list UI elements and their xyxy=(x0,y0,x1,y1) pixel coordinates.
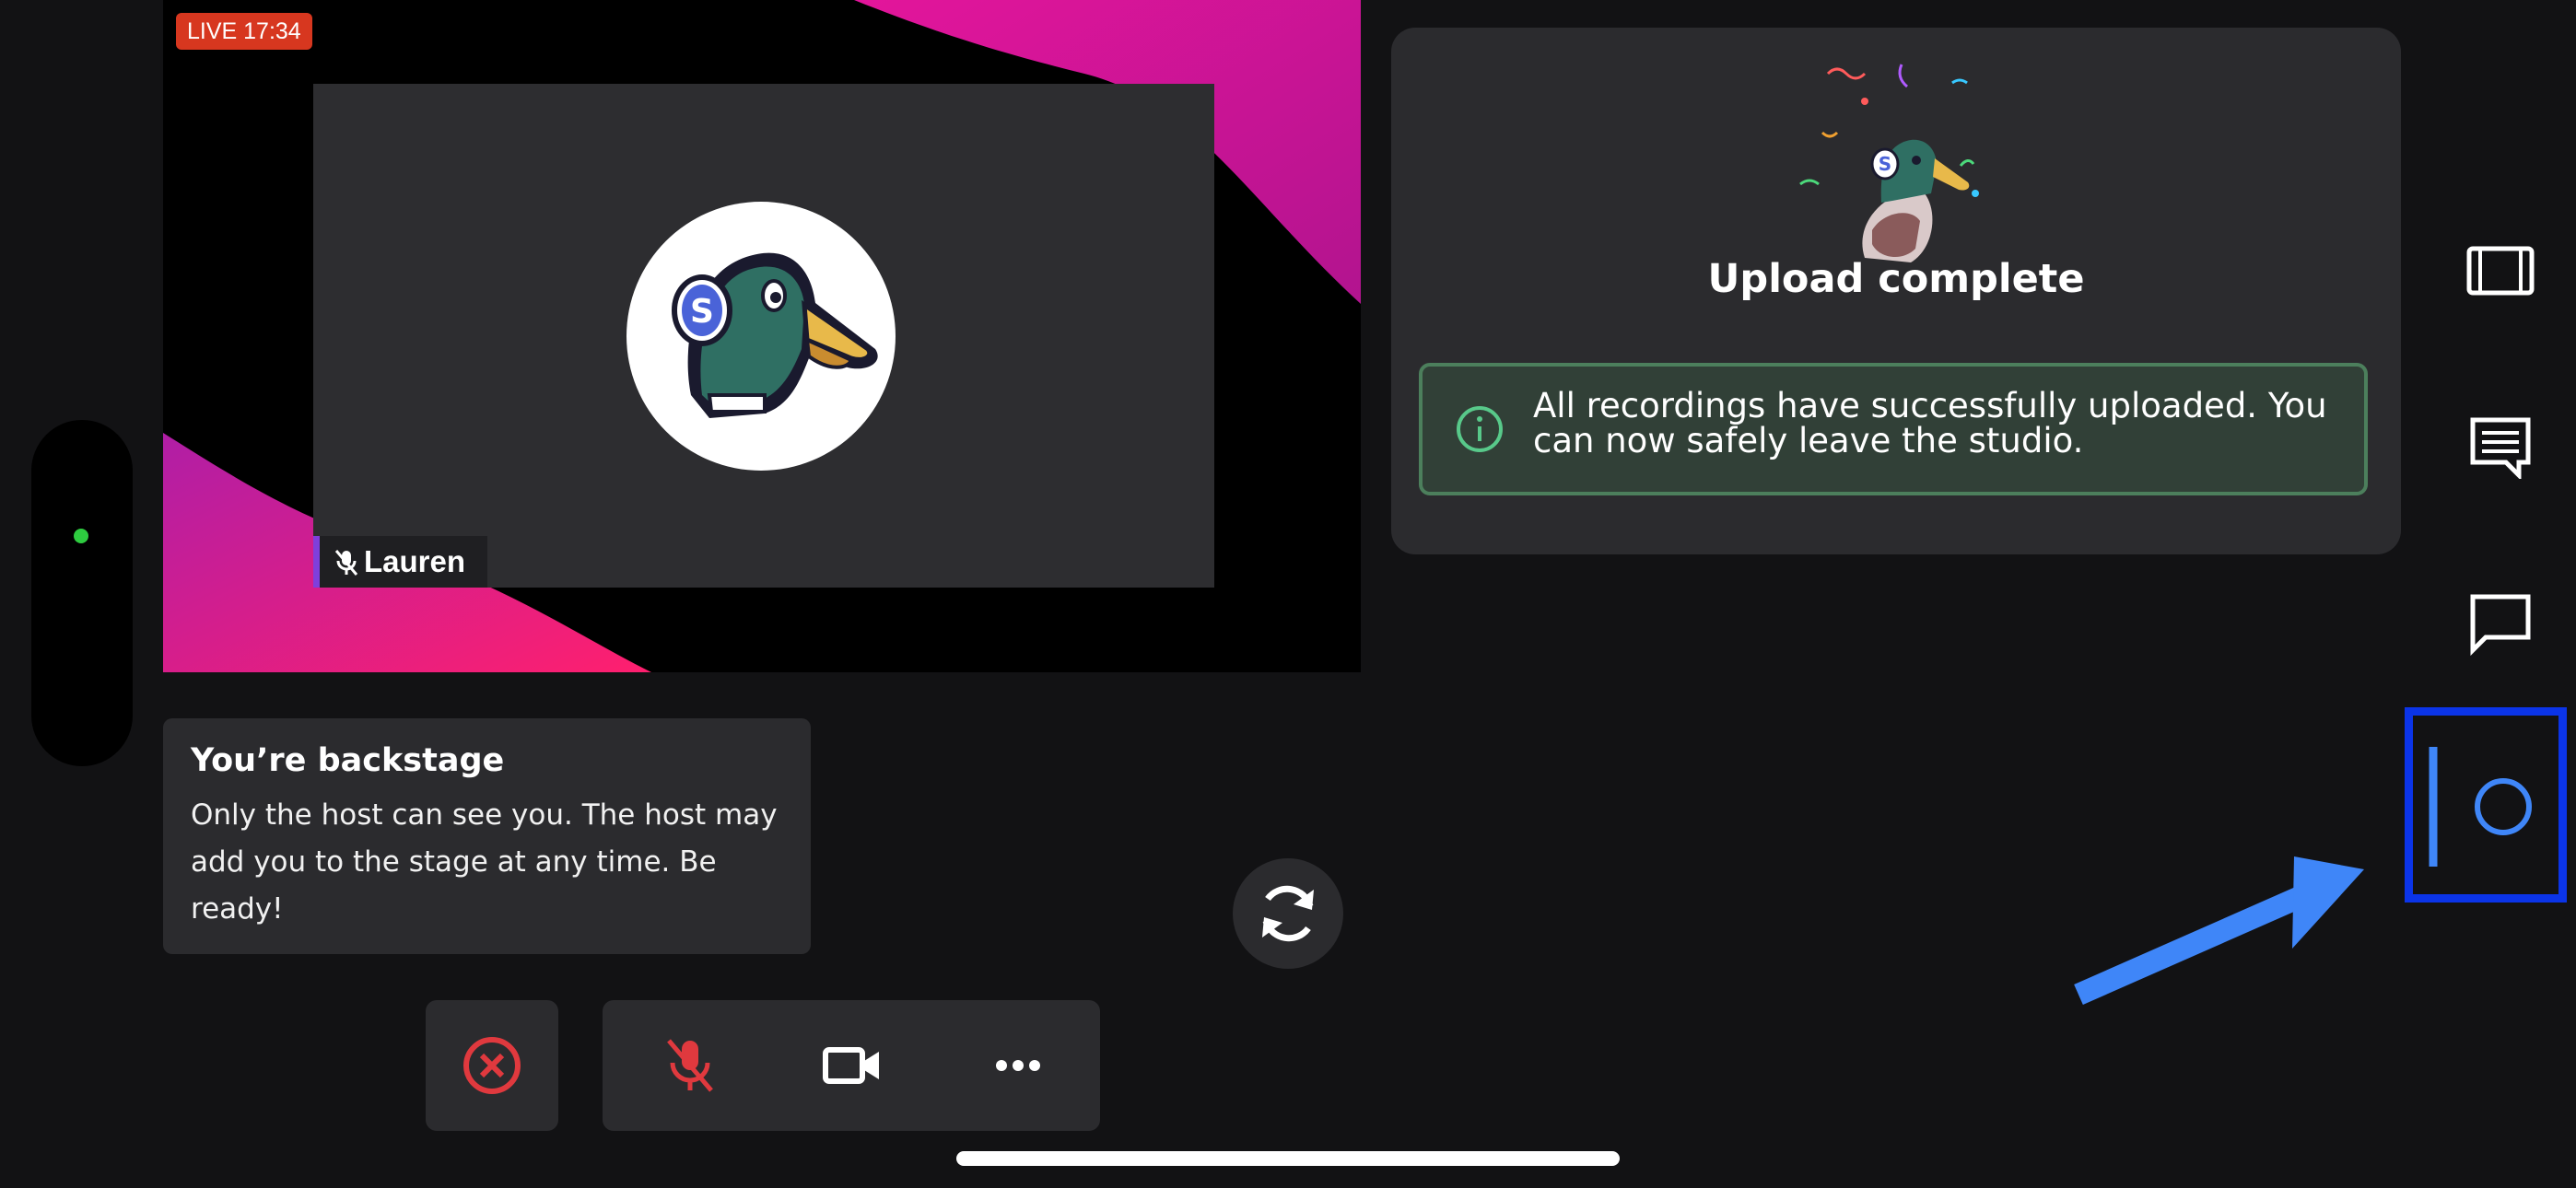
chat-icon[interactable] xyxy=(2469,593,2532,656)
svg-text:S: S xyxy=(1879,153,1891,175)
celebration-duck-icon: S xyxy=(1799,64,1979,262)
upload-title: Upload complete xyxy=(1707,256,2085,302)
backstage-body: Only the host can see you. The host may … xyxy=(191,798,778,926)
upload-complete-card: S Upload complete All recordings have su… xyxy=(1391,28,2401,554)
backstage-title: You’re backstage xyxy=(191,742,505,779)
upload-message-text: All recordings have successfully uploade… xyxy=(1533,386,2327,460)
stage: LIVE 17:34 S Lauren xyxy=(163,0,1361,672)
record-panel-icon xyxy=(2429,747,2532,867)
home-indicator[interactable] xyxy=(956,1151,1620,1166)
participant-tile[interactable]: S Lauren xyxy=(313,84,1214,588)
more-horizontal-icon[interactable] xyxy=(986,1033,1050,1098)
participant-nametag: Lauren xyxy=(313,536,488,588)
media-controls xyxy=(603,1000,1100,1131)
refresh-icon xyxy=(1262,885,1314,942)
online-indicator xyxy=(74,529,88,543)
participant-name: Lauren xyxy=(364,544,466,578)
record-panel-button[interactable] xyxy=(2405,707,2567,903)
live-timer: LIVE 17:34 xyxy=(176,13,312,50)
backstage-notice: You’re backstage Only the host can see y… xyxy=(163,718,811,954)
duck-logo-icon: S xyxy=(672,252,878,418)
video-camera-icon[interactable] xyxy=(820,1033,884,1098)
mic-off-icon[interactable] xyxy=(658,1033,722,1098)
comments-icon[interactable] xyxy=(2469,416,2532,479)
upload-success-message: All recordings have successfully uploade… xyxy=(1419,363,2368,495)
svg-text:S: S xyxy=(690,293,714,331)
avatar: S xyxy=(626,202,896,471)
annotation-arrow-icon xyxy=(2074,856,2364,1005)
info-icon xyxy=(1457,406,1503,452)
layout-icon[interactable] xyxy=(2465,243,2535,298)
status-pill xyxy=(31,420,133,766)
mic-off-icon xyxy=(334,550,358,576)
leave-button[interactable] xyxy=(426,1000,558,1131)
close-circle-icon xyxy=(463,1037,521,1094)
refresh-camera-button[interactable] xyxy=(1233,858,1343,969)
